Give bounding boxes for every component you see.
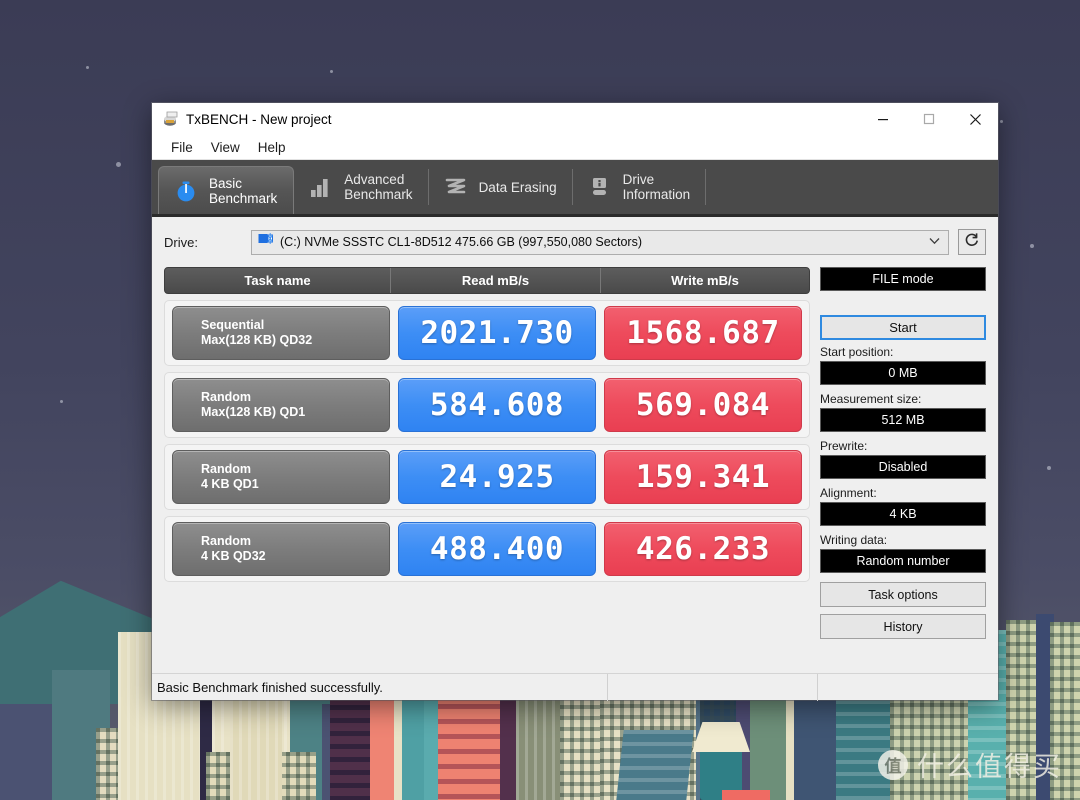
write-value-cell: 569.084	[604, 378, 802, 432]
task-name-cell: Random Max(128 KB) QD1	[172, 378, 390, 432]
floppy-disk-icon	[161, 111, 179, 127]
refresh-icon	[963, 231, 981, 254]
write-value-cell: 159.341	[604, 450, 802, 504]
write-value-cell: 426.233	[604, 522, 802, 576]
tab-label: Data Erasing	[478, 179, 557, 195]
writing-data-value[interactable]: Random number	[820, 549, 986, 573]
read-value-cell: 2021.730	[398, 306, 596, 360]
star-dot	[1047, 466, 1051, 470]
alignment-label: Alignment:	[820, 486, 877, 500]
star-dot	[1000, 120, 1003, 123]
table-row: Sequential Max(128 KB) QD32 2021.730 156…	[164, 300, 810, 366]
chevron-down-icon	[929, 237, 944, 248]
task-name-line2: 4 KB QD32	[201, 549, 266, 563]
start-position-label: Start position:	[820, 345, 894, 359]
close-button[interactable]	[952, 103, 998, 135]
read-value-cell: 584.608	[398, 378, 596, 432]
task-name-line1: Random	[201, 534, 251, 548]
table-row: Random 4 KB QD32 488.400 426.233	[164, 516, 810, 582]
minimize-button[interactable]	[860, 103, 906, 135]
drive-select[interactable]: (C:) NVMe SSSTC CL1-8D512 475.66 GB (997…	[251, 229, 949, 255]
star-dot	[60, 400, 63, 403]
star-dot	[1030, 244, 1034, 248]
table-row: Random Max(128 KB) QD1 584.608 569.084	[164, 372, 810, 438]
column-header-write: Write mB/s	[671, 273, 739, 288]
history-button[interactable]: History	[820, 614, 986, 639]
table-header-row: Task name Read mB/s Write mB/s	[164, 267, 810, 294]
building	[722, 790, 770, 800]
task-name-line2: Max(128 KB) QD1	[201, 405, 306, 419]
table-row: Random 4 KB QD1 24.925 159.341	[164, 444, 810, 510]
results-table: Task name Read mB/s Write mB/s Sequentia…	[164, 267, 810, 673]
task-name-cell: Sequential Max(128 KB) QD32	[172, 306, 390, 360]
menu-item-help[interactable]: Help	[249, 138, 295, 157]
measurement-size-label: Measurement size:	[820, 392, 922, 406]
column-header-read: Read mB/s	[391, 268, 601, 293]
status-message: Basic Benchmark finished successfully.	[157, 679, 383, 695]
main-split: Task name Read mB/s Write mB/s Sequentia…	[164, 257, 986, 673]
tab-drive-information[interactable]: Drive Information	[573, 160, 707, 214]
drive-select-value: (C:) NVMe SSSTC CL1-8D512 475.66 GB (997…	[280, 235, 642, 249]
txbench-window: TxBENCH - New project File View Help Bas…	[152, 103, 998, 701]
star-dot	[330, 70, 333, 73]
writing-data-label: Writing data:	[820, 533, 888, 547]
side-panel: FILE mode Start Start position: 0 MB Mea…	[820, 267, 986, 673]
star-dot	[86, 66, 89, 69]
prewrite-label: Prewrite:	[820, 439, 868, 453]
task-name-line1: Random	[201, 390, 251, 404]
read-value-cell: 24.925	[398, 450, 596, 504]
measurement-size-value[interactable]: 512 MB	[820, 408, 986, 432]
tab-label: Basic Benchmark	[209, 175, 278, 206]
tab-data-erasing[interactable]: Data Erasing	[429, 160, 573, 214]
task-name-line1: Sequential	[201, 318, 265, 332]
tab-label: Drive Information	[622, 172, 691, 202]
drive-label: Drive:	[164, 234, 198, 250]
tab-basic-benchmark[interactable]: Basic Benchmark	[158, 166, 295, 214]
task-name-cell: Random 4 KB QD1	[172, 450, 390, 504]
task-name-line1: Random	[201, 462, 251, 476]
menu-item-file[interactable]: File	[162, 138, 202, 157]
building	[0, 704, 60, 800]
menu-bar: File View Help	[152, 135, 998, 160]
building	[616, 730, 694, 800]
maximize-button[interactable]	[906, 103, 952, 135]
desktop-background: 值 什么值得买 TxBENCH - New project File View …	[0, 0, 1080, 800]
window-title: TxBENCH - New project	[186, 111, 332, 127]
refresh-button[interactable]	[958, 229, 986, 255]
start-button[interactable]: Start	[820, 315, 986, 340]
star-dot	[116, 162, 121, 167]
write-value-cell: 1568.687	[604, 306, 802, 360]
status-segment	[817, 673, 998, 701]
read-value-cell: 488.400	[398, 522, 596, 576]
drive-selection-row: Drive: (C:) NVMe SSSTC CL1-8D512 475.66 …	[164, 227, 986, 257]
menu-item-view[interactable]: View	[202, 138, 249, 157]
column-header-task-name: Task name	[165, 268, 391, 293]
tab-label: Advanced Benchmark	[344, 172, 413, 202]
bar-chart-icon	[308, 174, 334, 200]
task-name-line2: Max(128 KB) QD32	[201, 333, 313, 347]
tab-advanced-benchmark[interactable]: Advanced Benchmark	[294, 160, 429, 214]
alignment-value[interactable]: 4 KB	[820, 502, 986, 526]
status-bar: Basic Benchmark finished successfully.	[152, 673, 998, 701]
task-options-button[interactable]: Task options	[820, 582, 986, 607]
task-name-line2: 4 KB QD1	[201, 477, 259, 491]
file-mode-button[interactable]: FILE mode	[820, 267, 986, 291]
task-name-cell: Random 4 KB QD32	[172, 522, 390, 576]
start-position-value[interactable]: 0 MB	[820, 361, 986, 385]
tab-divider	[705, 169, 707, 205]
eraser-wave-icon	[443, 174, 469, 200]
building	[1050, 622, 1080, 800]
content-area: Drive: (C:) NVMe SSSTC CL1-8D512 475.66 …	[152, 217, 998, 673]
drive-info-icon	[587, 174, 613, 200]
drive-icon	[258, 232, 274, 252]
tab-strip: Basic Benchmark Advanced Benchmark Data …	[152, 160, 998, 217]
status-segment	[607, 673, 817, 701]
prewrite-value[interactable]: Disabled	[820, 455, 986, 479]
window-titlebar[interactable]: TxBENCH - New project	[152, 103, 998, 135]
stopwatch-icon	[173, 178, 199, 204]
